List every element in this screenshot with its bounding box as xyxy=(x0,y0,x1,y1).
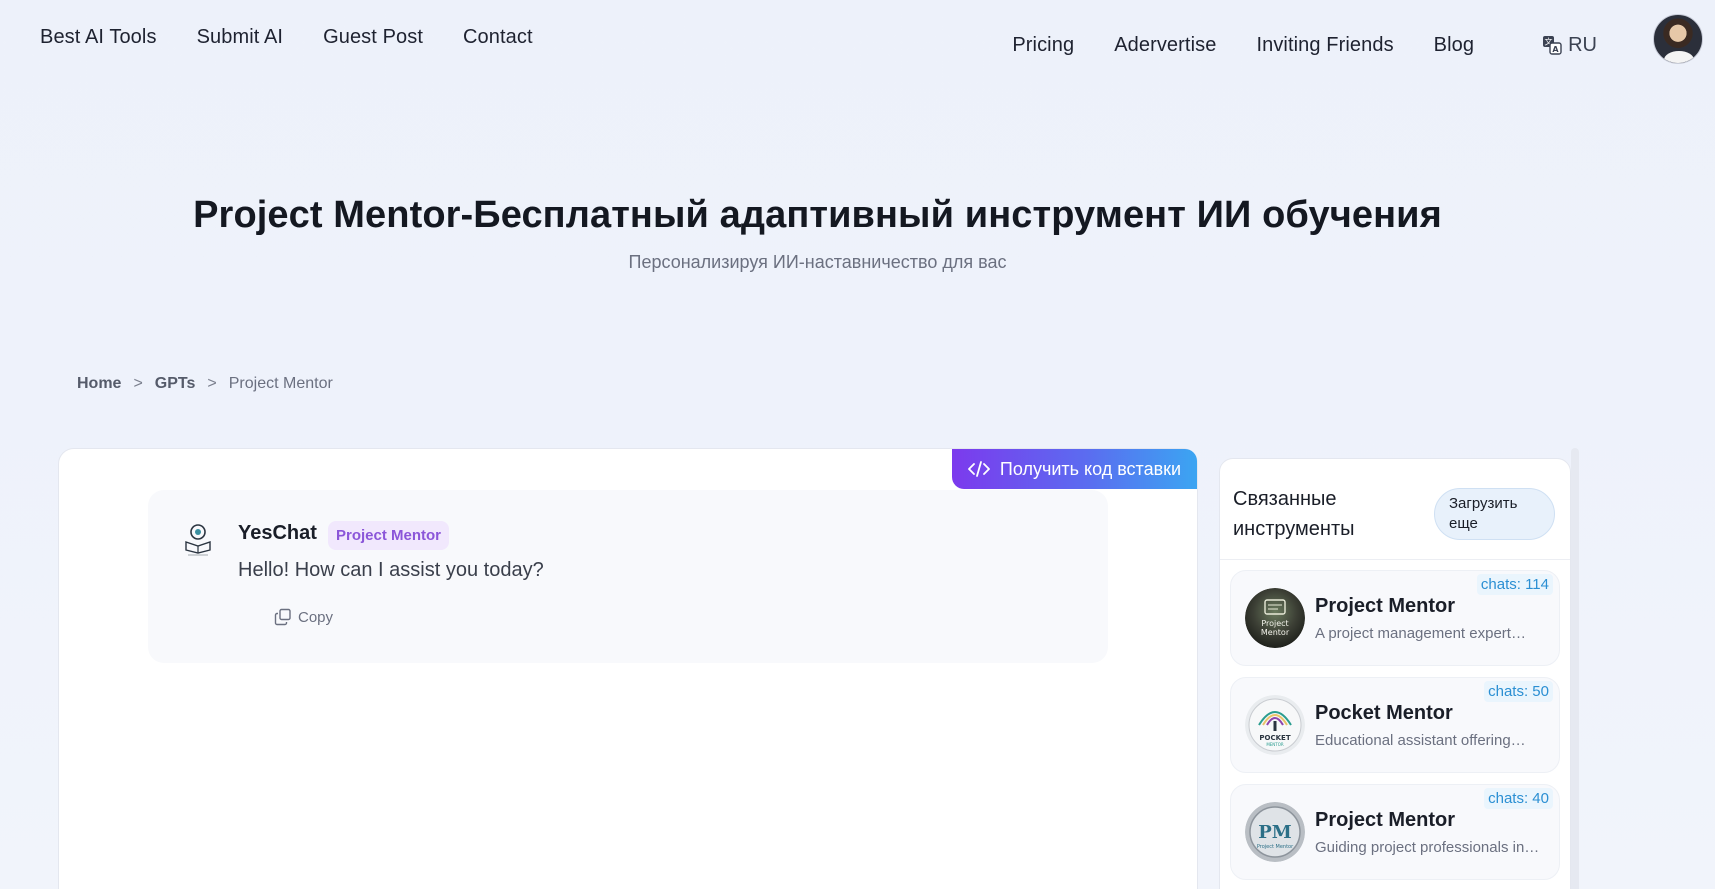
nav-blog[interactable]: Blog xyxy=(1434,34,1474,57)
nav-best-ai-tools[interactable]: Best AI Tools xyxy=(40,26,157,49)
tool-card-pocket-mentor[interactable]: chats: 50 POCKET MENTOR Pocket Mentor Ed… xyxy=(1230,677,1560,773)
svg-text:Project: Project xyxy=(1261,619,1288,628)
svg-text:PM: PM xyxy=(1258,822,1292,843)
tool-description: Guiding project professionals in… xyxy=(1315,839,1540,856)
tool-chats-badge: chats: 114 xyxy=(1476,574,1553,595)
bot-name: YesChat xyxy=(238,522,317,544)
tool-name: Pocket Mentor xyxy=(1315,702,1453,724)
tool-name: Project Mentor xyxy=(1315,809,1456,831)
nav-advertise[interactable]: Adervertise xyxy=(1114,34,1216,57)
pocket-mentor-thumb-icon: POCKET MENTOR xyxy=(1245,695,1305,755)
pm-thumb-icon: PM Project Mentor xyxy=(1245,802,1305,862)
nav-right-links: Pricing Adervertise Inviting Friends Blo… xyxy=(1012,34,1474,57)
tool-card-project-mentor[interactable]: chats: 114 Project Mentor Project Mentor… xyxy=(1230,570,1560,666)
copy-label: Copy xyxy=(298,608,334,626)
nav-contact[interactable]: Contact xyxy=(463,26,533,49)
breadcrumb-separator: > xyxy=(133,375,143,392)
user-avatar[interactable] xyxy=(1653,14,1703,64)
svg-text:A: A xyxy=(1553,45,1560,54)
tool-description: A project management expert… xyxy=(1315,625,1526,642)
svg-text:MENTOR: MENTOR xyxy=(1266,742,1284,747)
copy-icon xyxy=(274,608,291,626)
nav-submit-ai[interactable]: Submit AI xyxy=(197,26,284,49)
message-text: Hello! How can I assist you today? xyxy=(238,559,544,581)
embed-button-label: Получить код вставки xyxy=(999,458,1182,479)
svg-text:Project Mentor: Project Mentor xyxy=(1257,844,1294,850)
nav-guest-post[interactable]: Guest Post xyxy=(323,26,423,49)
get-embed-code-button[interactable]: Получить код вставки xyxy=(952,449,1197,489)
bot-tag-badge: Project Mentor xyxy=(328,521,450,550)
breadcrumb-gpts[interactable]: GPTs xyxy=(155,375,196,393)
tool-description: Educational assistant offering… xyxy=(1315,732,1526,749)
page-subtitle: Персонализируя ИИ-наставничество для вас xyxy=(628,252,1007,272)
nav-left-group: Best AI Tools Submit AI Guest Post Conta… xyxy=(40,26,533,49)
svg-text:Mentor: Mentor xyxy=(1261,628,1290,637)
breadcrumb-current: Project Mentor xyxy=(228,375,333,392)
page-title: Project Mentor-Бесплатный адаптивный инс… xyxy=(193,194,1442,236)
tool-name: Project Mentor xyxy=(1315,595,1456,617)
tool-card-project-mentor-2[interactable]: chats: 40 PM Project Mentor Project Ment… xyxy=(1230,784,1560,880)
tool-chats-badge: chats: 50 xyxy=(1484,681,1553,702)
panel-divider xyxy=(1220,559,1570,560)
copy-button[interactable]: Copy xyxy=(274,608,333,626)
nav-pricing[interactable]: Pricing xyxy=(1012,34,1074,57)
related-tools-title: Связанные инструменты xyxy=(1233,488,1355,540)
language-label: RU xyxy=(1568,33,1597,56)
load-more-button[interactable]: Загрузить еще xyxy=(1434,488,1555,540)
breadcrumb-separator: > xyxy=(207,375,217,392)
language-switcher[interactable]: 文 A RU xyxy=(1542,34,1597,57)
breadcrumb-home[interactable]: Home xyxy=(77,375,121,393)
nav-inviting-friends[interactable]: Inviting Friends xyxy=(1256,34,1393,57)
panel-scrollbar[interactable] xyxy=(1571,448,1579,889)
svg-text:POCKET: POCKET xyxy=(1259,734,1290,742)
project-mentor-thumb-icon: Project Mentor xyxy=(1245,588,1305,648)
tool-chats-badge: chats: 40 xyxy=(1484,788,1553,809)
breadcrumb: Home > GPTs > Project Mentor xyxy=(77,375,333,393)
translate-icon: 文 A xyxy=(1543,36,1562,55)
code-icon xyxy=(967,461,990,477)
top-nav: Best AI Tools Submit AI Guest Post Conta… xyxy=(0,0,1715,80)
project-mentor-logo-icon xyxy=(185,524,211,556)
nav-right-group: Pricing Adervertise Inviting Friends Blo… xyxy=(1012,14,1715,64)
